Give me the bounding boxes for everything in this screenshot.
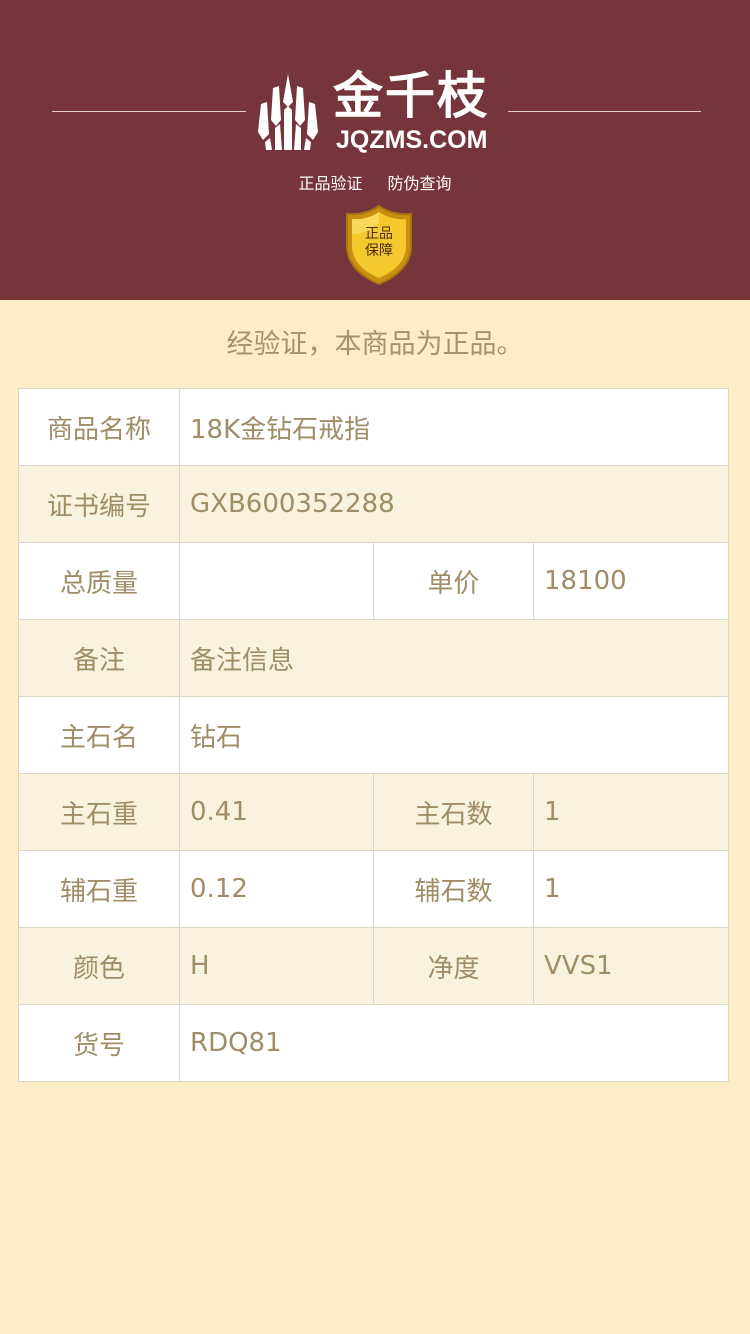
header: 金千枝 JQZMS.COM 正品验证 防伪查询 正品 保障 [0,0,750,300]
value-total-weight [179,542,374,620]
value-side-stone-count: 1 [532,850,730,928]
product-info-table: 商品名称 18K金钻石戒指 证书编号 GXB600352288 总质量 单价 1… [18,388,730,1082]
brand-name-cn: 金千枝 [333,67,489,125]
label-product-name: 商品名称 [18,388,180,466]
table-row-certificate-no: 证书编号 GXB600352288 [18,465,730,543]
value-unit-price: 18100 [532,542,730,620]
value-clarity: VVS1 [532,927,730,1005]
value-main-stone-count: 1 [532,773,730,851]
label-item-no: 货号 [18,1004,180,1082]
table-row-side-stone: 辅石重 0.12 辅石数 1 [18,850,730,928]
label-unit-price: 单价 [373,542,534,620]
badge-line-2: 保障 [365,243,393,259]
table-row-color-clarity: 颜色 H 净度 VVS1 [18,927,730,1005]
value-side-stone-weight: 0.12 [179,850,374,928]
label-color: 颜色 [18,927,180,1005]
label-clarity: 净度 [373,927,534,1005]
header-divider-left [52,111,246,112]
label-remark: 备注 [18,619,180,697]
table-row-remark: 备注 备注信息 [18,619,730,697]
value-item-no: RDQ81 [178,1004,730,1082]
badge-line-1: 正品 [365,226,393,242]
table-row-main-stone: 主石重 0.41 主石数 1 [18,773,730,851]
table-row-weight-price: 总质量 单价 18100 [18,542,730,620]
label-main-stone-name: 主石名 [18,696,180,774]
value-main-stone-weight: 0.41 [179,773,374,851]
header-subtitle: 正品验证 防伪查询 [0,174,750,194]
label-certificate-no: 证书编号 [18,465,180,543]
value-product-name: 18K金钻石戒指 [178,388,730,466]
label-side-stone-weight: 辅石重 [18,850,180,928]
value-color: H [179,927,374,1005]
value-main-stone-name: 钻石 [178,696,730,774]
brand-domain: JQZMS.COM [336,126,488,154]
label-total-weight: 总质量 [18,542,180,620]
shield-badge-icon: 正品 保障 [346,204,412,286]
table-row-item-no: 货号 RDQ81 [18,1004,730,1082]
header-divider-right [508,111,701,112]
subtitle-authenticity: 正品验证 [298,174,363,193]
label-main-stone-count: 主石数 [373,773,534,851]
label-main-stone-weight: 主石重 [18,773,180,851]
logo-icon [258,74,318,150]
label-side-stone-count: 辅石数 [373,850,534,928]
table-row-main-stone-name: 主石名 钻石 [18,696,730,774]
table-row-product-name: 商品名称 18K金钻石戒指 [18,388,730,466]
value-remark: 备注信息 [178,619,730,697]
subtitle-anticounterfeit: 防伪查询 [387,174,452,193]
verification-message: 经验证，本商品为正品。 [226,329,524,360]
value-certificate-no: GXB600352288 [178,465,730,543]
